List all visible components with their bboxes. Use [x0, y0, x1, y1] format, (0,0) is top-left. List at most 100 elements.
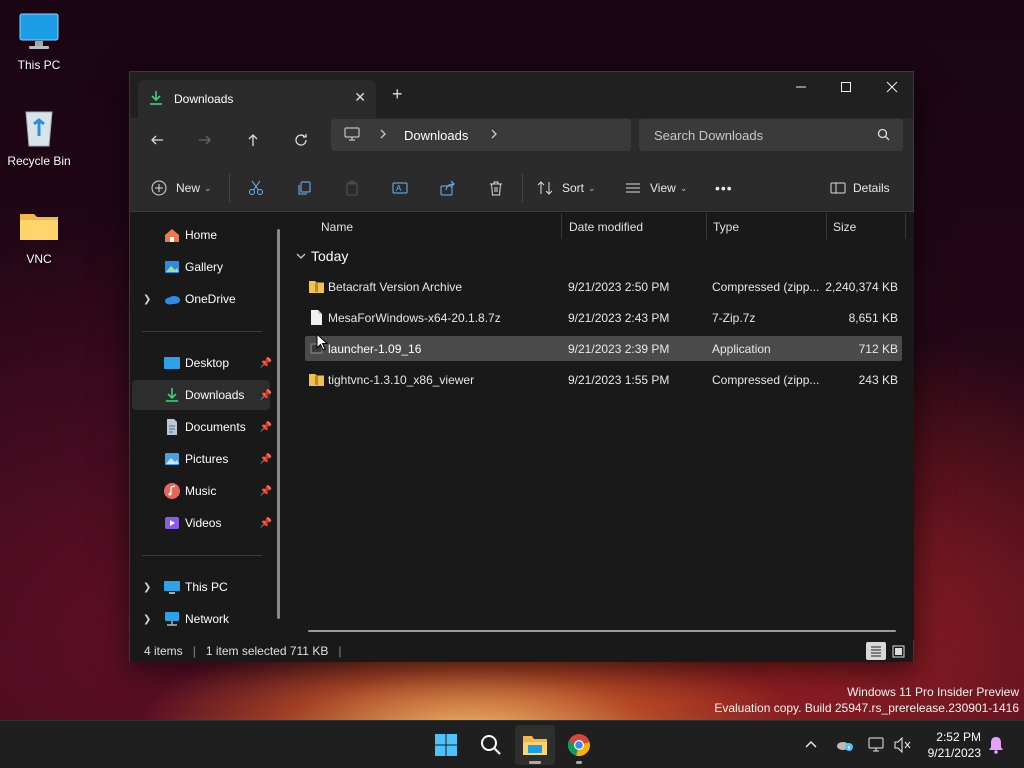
- delete-button[interactable]: [487, 176, 505, 200]
- speaker-muted-icon: [894, 737, 911, 753]
- forward-button[interactable]: [190, 126, 220, 154]
- address-bar[interactable]: Downloads: [331, 119, 631, 151]
- column-header-date-modified[interactable]: Date modified: [569, 213, 643, 241]
- chrome-icon: [567, 734, 590, 756]
- column-divider[interactable]: [706, 213, 707, 239]
- column-divider[interactable]: [905, 213, 906, 239]
- pin-icon[interactable]: 📌: [260, 486, 272, 497]
- details-view-toggle[interactable]: [866, 642, 886, 660]
- tab-close-button[interactable]: ✕: [354, 89, 366, 106]
- group-header-today[interactable]: Today: [295, 248, 348, 264]
- command-bar: New ⌄ A Sort ⌄ View ⌄ ••• Details: [130, 162, 913, 212]
- tab-downloads[interactable]: Downloads ✕: [138, 80, 376, 118]
- system-clock[interactable]: 2:52 PM 9/21/2023: [928, 729, 981, 761]
- chevron-right-icon[interactable]: [489, 127, 499, 144]
- chrome-taskbar-button[interactable]: [559, 725, 599, 765]
- column-header-name[interactable]: Name: [321, 213, 353, 241]
- sidebar-item-onedrive[interactable]: ❯ OneDrive: [132, 284, 270, 314]
- sidebar-item-downloads[interactable]: Downloads 📌: [132, 380, 272, 410]
- sidebar-item-label: This PC: [185, 580, 228, 594]
- column-divider[interactable]: [826, 213, 827, 239]
- chevron-right-icon[interactable]: ❯: [143, 614, 151, 625]
- details-button[interactable]: Details: [829, 176, 890, 200]
- copy-button[interactable]: [295, 176, 313, 200]
- sidebar-scrollbar[interactable]: [277, 229, 280, 619]
- gallery-icon: [163, 258, 181, 276]
- table-row[interactable]: launcher-1.09_16 9/21/2023 2:39 PM Appli…: [305, 336, 902, 361]
- view-button[interactable]: View ⌄: [624, 176, 687, 200]
- chevron-down-icon: [295, 248, 307, 264]
- rename-button[interactable]: A: [391, 176, 409, 200]
- start-button[interactable]: [426, 725, 466, 765]
- clipboard-icon: [343, 179, 361, 197]
- sidebar-item-label: Pictures: [185, 452, 229, 466]
- network-icon: [163, 610, 181, 628]
- minimize-button[interactable]: [778, 72, 824, 102]
- search-input[interactable]: Search Downloads: [639, 119, 903, 151]
- sidebar-item-pictures[interactable]: Pictures 📌: [132, 444, 272, 474]
- sidebar-item-label: Documents: [185, 420, 246, 434]
- onedrive-tray-button[interactable]: [836, 721, 854, 768]
- pin-icon[interactable]: 📌: [260, 422, 272, 433]
- pin-icon[interactable]: 📌: [260, 518, 272, 529]
- file-explorer-taskbar-button[interactable]: [515, 725, 555, 765]
- evaluation-watermark: Windows 11 Pro Insider Preview Evaluatio…: [714, 684, 1019, 716]
- sidebar-item-this-pc[interactable]: ❯ This PC: [132, 572, 270, 602]
- desktop-icon-vnc[interactable]: VNC: [0, 204, 78, 266]
- search-icon: [877, 128, 890, 144]
- breadcrumb-downloads[interactable]: Downloads: [404, 128, 468, 143]
- maximize-button[interactable]: [823, 72, 869, 102]
- column-header-size[interactable]: Size: [833, 213, 856, 241]
- sidebar-item-label: Desktop: [185, 356, 230, 370]
- sidebar-item-documents[interactable]: Documents 📌: [132, 412, 272, 442]
- paste-button[interactable]: [343, 176, 361, 200]
- search-button[interactable]: [471, 725, 511, 765]
- back-button[interactable]: [142, 126, 172, 154]
- pin-icon[interactable]: 📌: [260, 358, 272, 369]
- desktop-icon-this-pc[interactable]: This PC: [0, 10, 78, 72]
- more-options-button[interactable]: •••: [715, 176, 733, 200]
- notifications-button[interactable]: [988, 721, 1004, 768]
- sidebar-item-network[interactable]: ❯ Network: [132, 604, 270, 634]
- file-date: 9/21/2023 1:55 PM: [568, 373, 670, 387]
- horizontal-scrollbar[interactable]: [308, 630, 896, 632]
- group-label: Today: [311, 248, 349, 264]
- file-size: 243 KB: [858, 373, 898, 387]
- details-view-icon: [871, 646, 881, 657]
- table-row[interactable]: MesaForWindows-x64-20.1.8.7z 9/21/2023 2…: [305, 305, 902, 330]
- desktop-icon-recycle-bin[interactable]: Recycle Bin: [0, 106, 78, 168]
- new-button[interactable]: New ⌄: [150, 176, 212, 200]
- pin-icon[interactable]: 📌: [260, 454, 272, 465]
- column-header-type[interactable]: Type: [713, 213, 739, 241]
- cut-button[interactable]: [247, 176, 265, 200]
- new-tab-button[interactable]: +: [392, 84, 403, 105]
- chevron-right-icon[interactable]: [378, 127, 388, 144]
- refresh-button[interactable]: [286, 126, 316, 154]
- file-name: MesaForWindows-x64-20.1.8.7z: [328, 311, 501, 325]
- copy-icon: [295, 179, 313, 197]
- chevron-right-icon[interactable]: ❯: [143, 582, 151, 593]
- clock-date: 9/21/2023: [927, 746, 981, 760]
- pin-icon[interactable]: 📌: [260, 390, 272, 401]
- tiles-view-toggle[interactable]: [888, 642, 908, 660]
- sort-button[interactable]: Sort ⌄: [536, 176, 596, 200]
- sidebar-item-videos[interactable]: Videos 📌: [132, 508, 272, 538]
- volume-tray-button[interactable]: [894, 721, 912, 768]
- sidebar-item-home[interactable]: Home: [132, 220, 270, 250]
- table-row[interactable]: tightvnc-1.3.10_x86_viewer 9/21/2023 1:5…: [305, 367, 902, 392]
- svg-text:A: A: [396, 184, 402, 193]
- divider: [142, 555, 262, 556]
- sidebar-item-music[interactable]: Music 📌: [132, 476, 272, 506]
- chevron-right-icon[interactable]: ❯: [143, 294, 151, 305]
- share-button[interactable]: [439, 176, 457, 200]
- show-hidden-icons-button[interactable]: [804, 721, 818, 768]
- table-row[interactable]: Betacraft Version Archive 9/21/2023 2:50…: [305, 274, 902, 299]
- up-button[interactable]: [238, 126, 268, 154]
- close-button[interactable]: [869, 72, 915, 102]
- network-tray-button[interactable]: [868, 721, 886, 768]
- column-divider[interactable]: [561, 213, 562, 239]
- videos-icon: [163, 514, 181, 532]
- download-icon: [163, 386, 181, 404]
- sidebar-item-desktop[interactable]: Desktop 📌: [132, 348, 272, 378]
- sidebar-item-gallery[interactable]: Gallery: [132, 252, 270, 282]
